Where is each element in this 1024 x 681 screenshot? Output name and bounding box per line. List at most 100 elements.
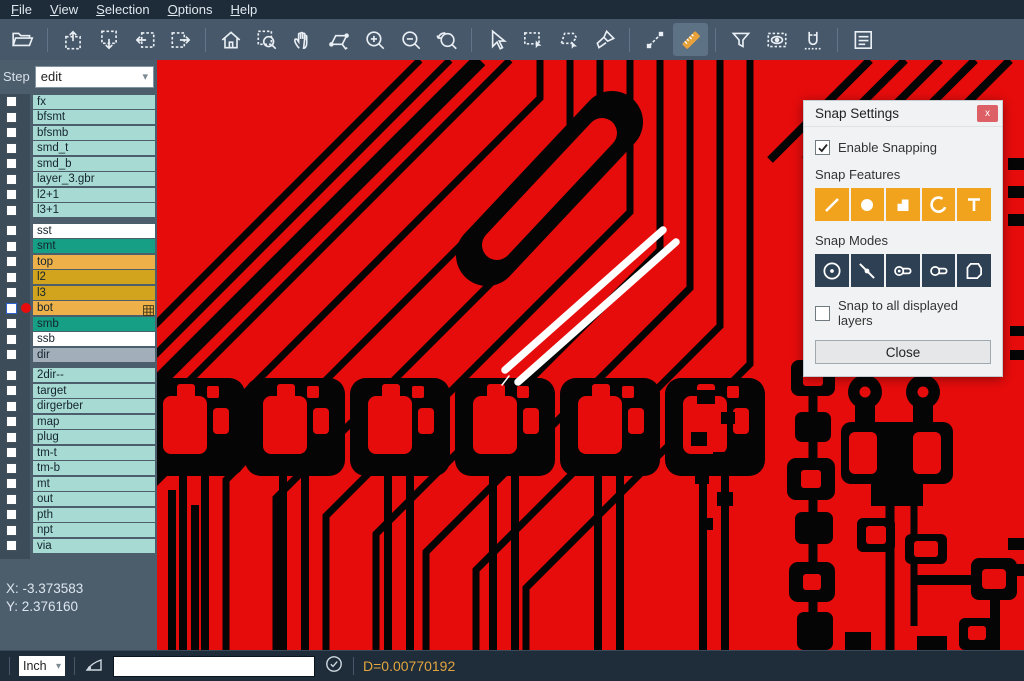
layer-name[interactable]: dirgerber: [33, 399, 155, 413]
open-file-button[interactable]: [5, 23, 40, 56]
layer-name[interactable]: map: [33, 415, 155, 429]
layer-visibility-checkbox[interactable]: [6, 241, 17, 252]
menu-help[interactable]: Help: [221, 0, 266, 19]
snap-feature-line-button[interactable]: [815, 188, 849, 221]
select-polygon-button[interactable]: [551, 23, 586, 56]
layer-visibility-checkbox[interactable]: [6, 256, 17, 267]
layer-visibility-checkbox[interactable]: [6, 385, 17, 396]
layer-row-dirgerber[interactable]: dirgerber: [0, 399, 157, 415]
ruler-button[interactable]: [673, 23, 708, 56]
snap-mode-midpoint-button[interactable]: [851, 254, 885, 287]
layer-visibility-checkbox[interactable]: [6, 158, 17, 169]
pan-up-button[interactable]: [55, 23, 90, 56]
layer-name[interactable]: bfsmb: [33, 126, 155, 140]
layer-name[interactable]: bfsmt: [33, 110, 155, 124]
layer-visibility-checkbox[interactable]: [6, 494, 17, 505]
layer-row-l2+1[interactable]: l2+1: [0, 187, 157, 203]
layer-visibility-checkbox[interactable]: [6, 205, 17, 216]
snap-feature-arc-button[interactable]: [922, 188, 956, 221]
layer-visibility-checkbox[interactable]: [6, 174, 17, 185]
layer-name[interactable]: tm-b: [33, 461, 155, 475]
zoom-window-button[interactable]: [249, 23, 284, 56]
layer-row-pth[interactable]: pth: [0, 507, 157, 523]
layer-visibility-checkbox[interactable]: [6, 432, 17, 443]
layer-row-ssb[interactable]: ssb: [0, 332, 157, 348]
layer-row-tm-t[interactable]: tm-t: [0, 445, 157, 461]
select-cursor-button[interactable]: [479, 23, 514, 56]
layer-row-smd_b[interactable]: smd_b: [0, 156, 157, 172]
layer-visibility-checkbox[interactable]: [6, 349, 17, 360]
menu-view[interactable]: View: [41, 0, 87, 19]
layer-visibility-checkbox[interactable]: [6, 525, 17, 536]
zoom-previous-button[interactable]: [429, 23, 464, 56]
layer-row-sst[interactable]: sst: [0, 223, 157, 239]
layer-visibility-checkbox[interactable]: [6, 112, 17, 123]
layer-row-smd_t[interactable]: smd_t: [0, 141, 157, 157]
layer-name[interactable]: dir: [33, 348, 155, 362]
layer-visibility-checkbox[interactable]: [6, 127, 17, 138]
snap-mode-center-button[interactable]: [815, 254, 849, 287]
snap-mode-pad-outline-button[interactable]: [922, 254, 956, 287]
layer-row-tm-b[interactable]: tm-b: [0, 461, 157, 477]
layer-row-via[interactable]: via: [0, 538, 157, 554]
zoom-out-button[interactable]: [393, 23, 428, 56]
unit-select[interactable]: Inch ▾: [19, 656, 65, 676]
zoom-selection-button[interactable]: [321, 23, 356, 56]
layer-name[interactable]: bot: [33, 301, 155, 315]
layer-row-out[interactable]: out: [0, 492, 157, 508]
layer-visibility-checkbox[interactable]: [6, 463, 17, 474]
close-icon[interactable]: x: [977, 105, 998, 122]
layer-name[interactable]: plug: [33, 430, 155, 444]
layer-visibility-checkbox[interactable]: [6, 478, 17, 489]
layer-name[interactable]: smb: [33, 317, 155, 331]
layer-name[interactable]: smd_b: [33, 157, 155, 171]
layer-visibility-checkbox[interactable]: [6, 287, 17, 298]
pan-left-button[interactable]: [127, 23, 162, 56]
validate-icon[interactable]: [324, 654, 344, 679]
layer-name[interactable]: tm-t: [33, 446, 155, 460]
layer-row-target[interactable]: target: [0, 383, 157, 399]
pan-right-button[interactable]: [163, 23, 198, 56]
layer-row-bfsmb[interactable]: bfsmb: [0, 125, 157, 141]
display-options-button[interactable]: [759, 23, 794, 56]
menu-selection[interactable]: Selection: [87, 0, 158, 19]
filter-button[interactable]: [723, 23, 758, 56]
step-select[interactable]: edit ▾: [35, 66, 154, 88]
paint-select-button[interactable]: [587, 23, 622, 56]
dialog-close-button[interactable]: Close: [815, 340, 991, 364]
layer-name[interactable]: top: [33, 255, 155, 269]
snap-all-layers-checkbox[interactable]: [815, 306, 830, 321]
layer-name[interactable]: target: [33, 384, 155, 398]
layer-visibility-checkbox[interactable]: [6, 447, 17, 458]
menu-file[interactable]: File: [2, 0, 41, 19]
layer-row-l3+1[interactable]: l3+1: [0, 203, 157, 219]
layer-row-dir[interactable]: dir: [0, 347, 157, 363]
layer-row-bot[interactable]: bot: [0, 301, 157, 317]
layer-row-npt[interactable]: npt: [0, 523, 157, 539]
snap-feature-circle-button[interactable]: [851, 188, 885, 221]
layer-name[interactable]: l3: [33, 286, 155, 300]
report-button[interactable]: [845, 23, 880, 56]
layer-row-l2[interactable]: l2: [0, 270, 157, 286]
layer-row-plug[interactable]: plug: [0, 430, 157, 446]
layer-row-2dir--[interactable]: 2dir--: [0, 368, 157, 384]
layer-name[interactable]: ssb: [33, 332, 155, 346]
layer-name[interactable]: mt: [33, 477, 155, 491]
layer-name[interactable]: via: [33, 539, 155, 553]
layer-name[interactable]: sst: [33, 224, 155, 238]
layer-visibility-checkbox[interactable]: [6, 416, 17, 427]
layer-name[interactable]: out: [33, 492, 155, 506]
snap-options-button[interactable]: [795, 23, 830, 56]
layer-row-fx[interactable]: fx: [0, 94, 157, 110]
snap-mode-polygon-button[interactable]: [957, 254, 991, 287]
select-rectangle-button[interactable]: [515, 23, 550, 56]
zoom-home-button[interactable]: [213, 23, 248, 56]
layer-visibility-checkbox[interactable]: [6, 189, 17, 200]
snap-feature-surface-button[interactable]: [886, 188, 920, 221]
layer-name[interactable]: fx: [33, 95, 155, 109]
measure-distance-button[interactable]: [637, 23, 672, 56]
layer-visibility-checkbox[interactable]: [6, 401, 17, 412]
layer-visibility-checkbox[interactable]: [6, 318, 17, 329]
layer-name[interactable]: 2dir--: [33, 368, 155, 382]
layer-name[interactable]: l3+1: [33, 203, 155, 217]
